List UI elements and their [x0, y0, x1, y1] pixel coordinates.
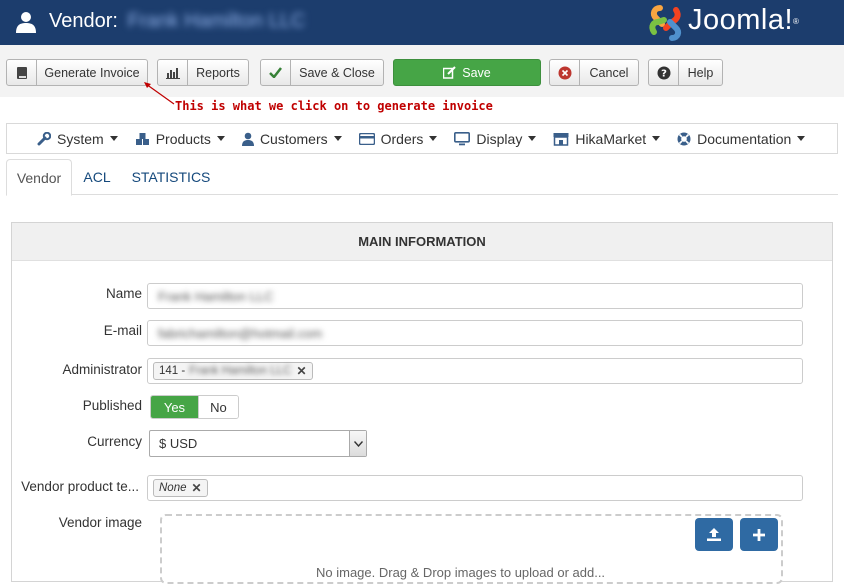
administrator-tag: 141 - Frank Hamilton LLC ✕: [153, 362, 313, 380]
save-label: Save: [394, 60, 540, 85]
email-value: fabrichamilton@hotmail.com: [158, 326, 323, 341]
help-label: Help: [687, 65, 714, 80]
vendor-image-label: Vendor image: [58, 515, 142, 530]
menu-hikamarket[interactable]: HikaMarket: [553, 131, 661, 147]
dropzone-hint-text: No image. Drag & Drop images to upload o…: [316, 565, 606, 580]
tab-vendor[interactable]: Vendor: [6, 159, 72, 196]
cancel-label: Cancel: [589, 65, 629, 80]
administrator-field[interactable]: 141 - Frank Hamilton LLC ✕: [147, 358, 803, 384]
upload-button[interactable]: [695, 518, 733, 551]
save-button[interactable]: Save: [393, 59, 541, 86]
vendor-name-title: Frank Hamilton LLC: [127, 10, 306, 32]
svg-text:?: ?: [661, 68, 667, 79]
panel-title: MAIN INFORMATION: [12, 223, 832, 261]
page-title: Vendor: Frank Hamilton LLC: [49, 10, 305, 32]
checkmark-icon: [261, 60, 291, 85]
email-field[interactable]: fabrichamilton@hotmail.com: [147, 320, 803, 346]
published-toggle[interactable]: Yes No: [150, 395, 239, 419]
tab-bar: Vendor ACL STATISTICS: [6, 159, 838, 196]
menu-display[interactable]: Display: [454, 131, 537, 147]
cubes-icon: [135, 132, 149, 145]
page-title-prefix: Vendor:: [49, 10, 118, 32]
product-template-field[interactable]: None ✕: [147, 475, 803, 501]
cancel-icon: [550, 60, 580, 85]
administrator-id: 141 -: [159, 365, 186, 377]
remove-tag-icon[interactable]: ✕: [296, 364, 306, 378]
toolbar: Generate Invoice Reports Save & Close Sa…: [0, 45, 844, 97]
app-header: Vendor: Frank Hamilton LLC Joomla!®: [0, 0, 844, 45]
menu-products[interactable]: Products: [135, 131, 225, 147]
published-yes-option[interactable]: Yes: [151, 396, 198, 418]
plus-icon: [753, 528, 765, 541]
cancel-button[interactable]: Cancel: [549, 59, 639, 86]
component-menu-bar: System Products Customers Orders Display…: [6, 123, 838, 154]
currency-value: $ USD: [159, 436, 198, 451]
edit-icon: [443, 66, 456, 79]
menu-customers[interactable]: Customers: [241, 131, 342, 147]
joomla-logo-text: Joomla!®: [688, 4, 800, 36]
product-template-tag: None ✕: [153, 479, 208, 497]
name-field[interactable]: Frank Hamilton LLC: [147, 283, 803, 309]
menu-orders[interactable]: Orders: [358, 131, 438, 147]
currency-label: Currency: [87, 434, 142, 449]
wrench-icon: [37, 131, 51, 145]
email-label: E-mail: [103, 323, 142, 338]
book-icon: [7, 60, 37, 85]
name-value: Frank Hamilton LLC: [158, 289, 274, 304]
life-ring-icon: [677, 132, 691, 145]
joomla-logo-icon: [649, 5, 682, 41]
annotation-note: This is what we click on to generate inv…: [175, 99, 493, 113]
tab-statistics[interactable]: STATISTICS: [128, 159, 214, 195]
save-close-label: Save & Close: [299, 65, 375, 80]
reports-label: Reports: [196, 65, 240, 80]
help-button[interactable]: ? Help: [648, 59, 723, 86]
generate-invoice-button[interactable]: Generate Invoice: [6, 59, 148, 86]
published-label: Published: [82, 398, 142, 413]
currency-select[interactable]: $ USD: [149, 430, 367, 457]
chevron-down-icon: [349, 431, 366, 456]
administrator-label: Administrator: [62, 362, 142, 377]
remove-tag-icon[interactable]: ✕: [192, 481, 202, 495]
user-icon: [16, 12, 36, 33]
save-close-button[interactable]: Save & Close: [260, 59, 384, 86]
published-no-option[interactable]: No: [197, 396, 238, 418]
credit-card-icon: [358, 132, 375, 145]
product-template-label: Vendor product te...: [21, 479, 139, 494]
menu-system[interactable]: System: [37, 131, 118, 147]
name-label: Name: [105, 286, 142, 301]
tab-acl[interactable]: ACL: [74, 159, 120, 195]
store-icon: [553, 132, 569, 146]
generate-invoice-label: Generate Invoice: [44, 65, 140, 80]
product-template-value: None: [159, 482, 187, 494]
annotation-arrow-icon: [144, 82, 175, 105]
user-icon: [241, 132, 254, 146]
question-icon: ?: [649, 60, 679, 85]
menu-documentation[interactable]: Documentation: [677, 131, 806, 147]
administrator-name: Frank Hamilton LLC: [189, 365, 292, 377]
monitor-icon: [454, 131, 471, 145]
upload-icon: [707, 528, 721, 541]
add-image-button[interactable]: [740, 518, 778, 551]
